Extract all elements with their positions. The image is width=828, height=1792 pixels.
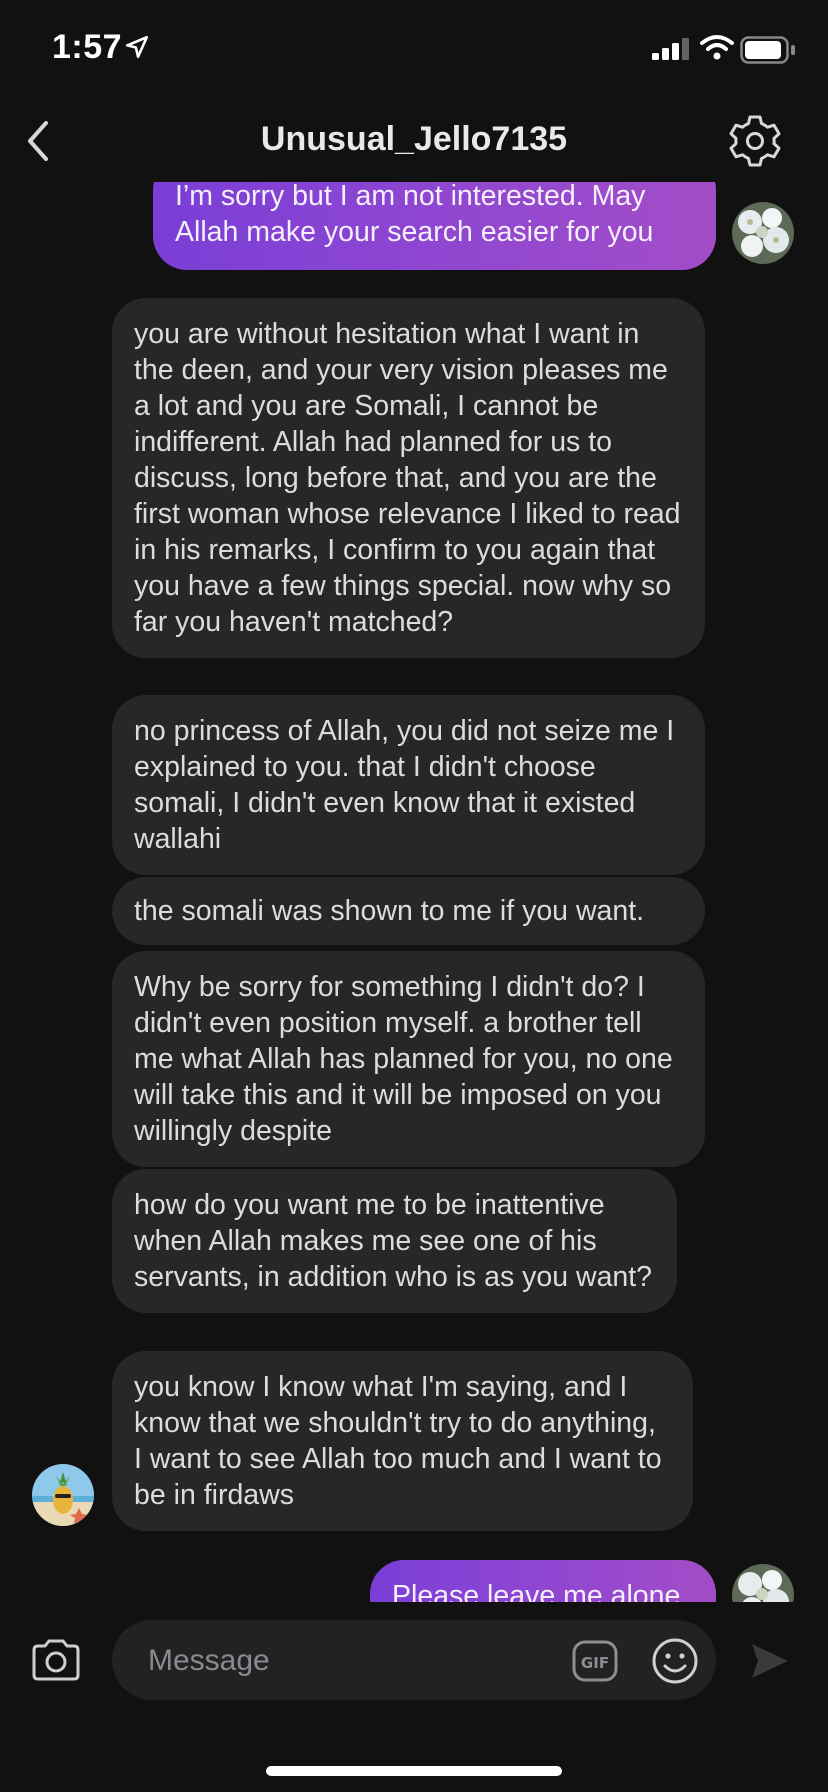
message-text: you are without hesitation what I want i…: [134, 318, 681, 638]
message-bubble-incoming[interactable]: Why be sorry for something I didn't do? …: [112, 951, 705, 1167]
battery-icon: [740, 36, 795, 64]
message-bubble-incoming[interactable]: the somali was shown to me if you want.: [112, 877, 705, 945]
message-bubble-incoming[interactable]: you are without hesitation what I want i…: [112, 298, 705, 658]
contact-avatar[interactable]: [32, 1464, 94, 1526]
message-text: no princess of Allah, you did not seize …: [134, 715, 675, 855]
message-text: Please leave me alone: [392, 1580, 681, 1602]
home-indicator: [266, 1766, 562, 1776]
emoji-icon: [652, 1638, 698, 1684]
chat-header: Unusual_Jello7135: [0, 100, 828, 182]
message-text: how do you want me to be inattentive whe…: [134, 1189, 653, 1293]
message-bubble-incoming[interactable]: you know I know what I'm saying, and I k…: [112, 1351, 693, 1531]
flowers-avatar-icon: [732, 202, 794, 264]
message-bubble-outgoing[interactable]: I’m sorry but I am not interested. May A…: [153, 182, 716, 270]
message-composer: GIF: [0, 1602, 828, 1722]
gear-icon: [729, 115, 781, 167]
status-time: 1:57: [52, 28, 123, 66]
status-bar: 1:57: [0, 0, 828, 100]
message-bubble-outgoing[interactable]: Please leave me alone: [370, 1560, 716, 1602]
gif-icon: GIF: [572, 1640, 618, 1682]
settings-button[interactable]: [728, 114, 782, 168]
emoji-button[interactable]: [650, 1636, 700, 1691]
send-button[interactable]: [748, 1640, 792, 1687]
message-list[interactable]: I’m sorry but I am not interested. May A…: [0, 182, 828, 1602]
location-arrow-icon: [125, 35, 149, 59]
message-input[interactable]: [146, 1620, 570, 1702]
message-text: you know I know what I'm saying, and I k…: [134, 1371, 662, 1511]
send-icon: [752, 1644, 788, 1678]
chat-title[interactable]: Unusual_Jello7135: [0, 120, 828, 159]
camera-button[interactable]: [30, 1638, 82, 1687]
own-avatar[interactable]: [732, 202, 794, 264]
own-avatar[interactable]: [732, 1564, 794, 1602]
message-text: I’m sorry but I am not interested. May A…: [175, 182, 654, 248]
message-bubble-incoming[interactable]: how do you want me to be inattentive whe…: [112, 1169, 677, 1313]
message-text: the somali was shown to me if you want.: [134, 895, 645, 927]
message-bubble-incoming[interactable]: no princess of Allah, you did not seize …: [112, 695, 705, 875]
message-text: Why be sorry for something I didn't do? …: [134, 971, 673, 1147]
signal-icon: [652, 38, 689, 60]
message-field[interactable]: GIF: [112, 1620, 716, 1702]
wifi-icon: [700, 35, 734, 60]
flowers-avatar-icon: [732, 1564, 794, 1602]
camera-icon: [32, 1639, 80, 1681]
gif-label: GIF: [581, 1654, 609, 1672]
pineapple-beach-avatar-icon: [32, 1464, 94, 1526]
gif-button[interactable]: GIF: [572, 1638, 618, 1689]
